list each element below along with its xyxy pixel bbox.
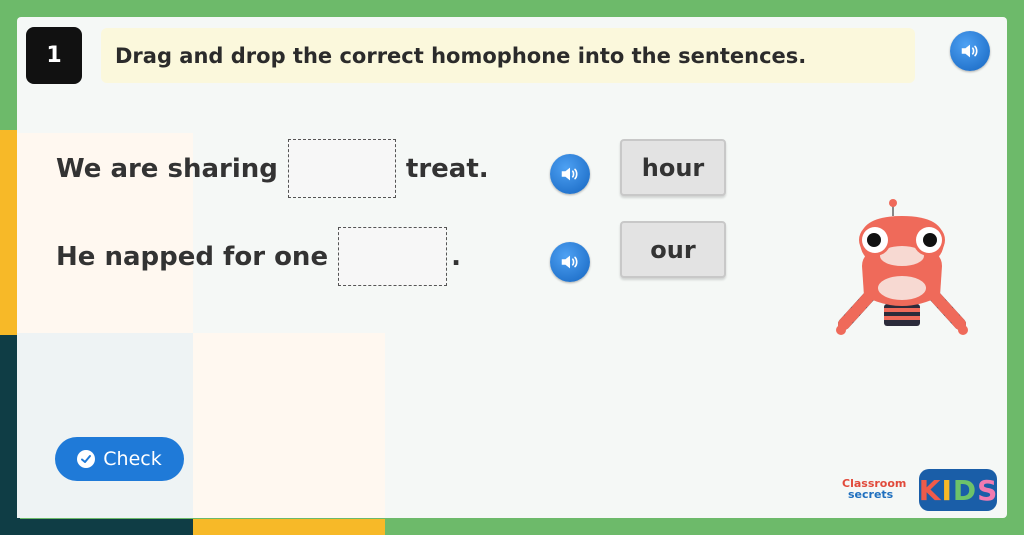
sentence-1-before: We are sharing <box>56 153 278 184</box>
sentence-1-after: treat. <box>405 153 489 184</box>
check-button[interactable]: Check <box>55 437 184 481</box>
check-circle-icon <box>77 450 96 468</box>
kids-letter: D <box>952 473 977 507</box>
instruction-audio-button[interactable] <box>950 31 990 71</box>
kids-letter: S <box>977 473 998 507</box>
sentence-2-before: He napped for one <box>56 241 329 272</box>
drop-zone-2[interactable] <box>338 227 448 286</box>
classroom-secrets-logo: Classroom secrets <box>842 478 914 504</box>
sentence-1: We are sharing treat. <box>56 139 489 198</box>
sentence-2-after: . <box>451 241 461 272</box>
check-button-label: Check <box>103 448 162 470</box>
word-tile-our[interactable]: our <box>620 221 726 278</box>
speaker-icon <box>561 167 578 181</box>
background-tint-panel <box>193 333 385 518</box>
logo-line-2: secrets <box>848 488 894 501</box>
speaker-icon <box>961 44 978 58</box>
sentence-1-audio-button[interactable] <box>550 154 590 194</box>
background-dark-bottom-strip <box>0 519 193 535</box>
instruction-text: Drag and drop the correct homophone into… <box>101 28 915 83</box>
speaker-icon <box>561 255 578 269</box>
background-yellow-bottom-strip <box>193 519 385 535</box>
question-number: 1 <box>26 27 82 84</box>
drop-zone-1[interactable] <box>287 139 396 198</box>
instruction-label: Drag and drop the correct homophone into… <box>115 43 807 68</box>
word-tile-hour[interactable]: hour <box>620 139 726 196</box>
robot-mascot-icon <box>836 199 968 335</box>
sentence-2-audio-button[interactable] <box>550 242 590 282</box>
kids-logo: K I D S <box>919 469 997 511</box>
kids-letter: I <box>941 473 952 507</box>
sentence-2: He napped for one . <box>56 227 461 286</box>
background-tint-panel <box>17 333 193 518</box>
kids-letter: K <box>918 473 941 507</box>
